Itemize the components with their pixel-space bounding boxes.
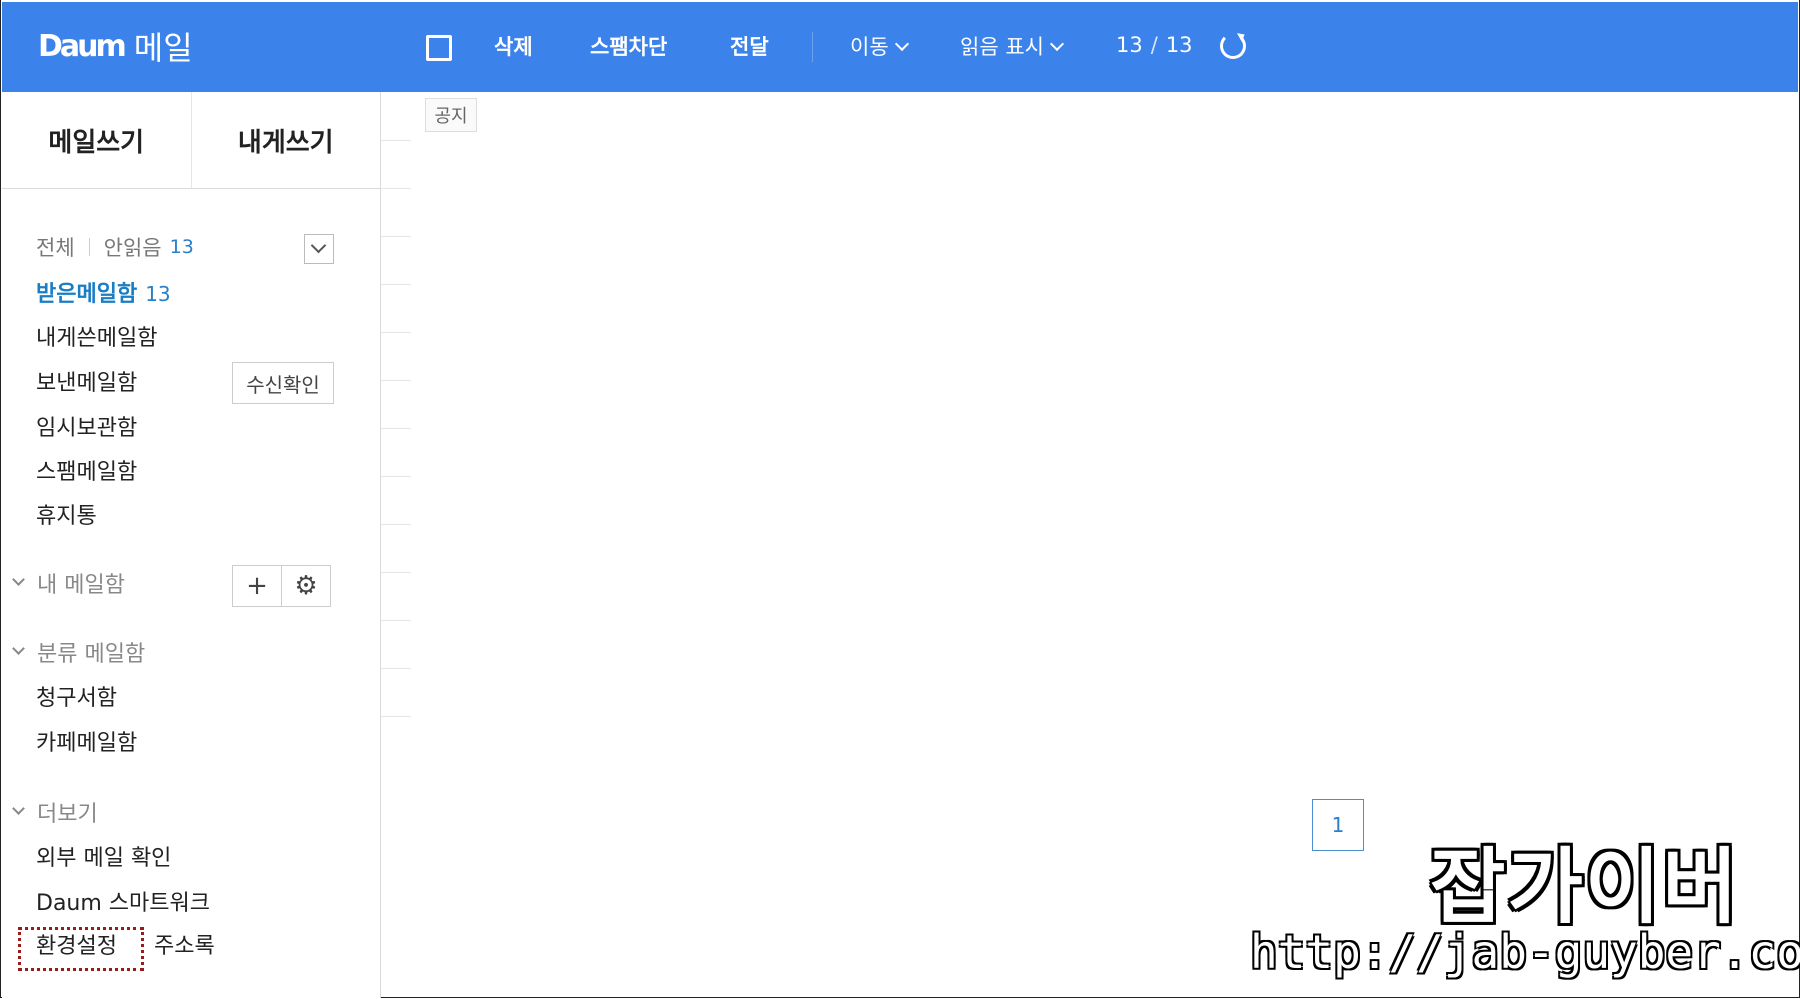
- row-divider: [381, 140, 411, 141]
- filter-unread-count: 13: [169, 236, 194, 258]
- category-section[interactable]: 분류 메일함: [12, 636, 146, 668]
- filter-unread[interactable]: 안읽음: [104, 232, 162, 262]
- daum-mail-logo[interactable]: Daum 메일: [38, 26, 193, 68]
- counter-total: 13: [1165, 33, 1193, 57]
- mail-filter: 전체 안읽음 13: [36, 232, 194, 262]
- filter-divider: [88, 238, 90, 256]
- sidebar-item-bills[interactable]: 청구서함: [36, 680, 117, 712]
- my-mailbox-actions: + ⚙: [232, 565, 331, 607]
- row-divider: [381, 572, 411, 573]
- sidebar-item-to-me[interactable]: 내게쓴메일함: [36, 320, 157, 352]
- filter-all[interactable]: 전체: [36, 232, 75, 262]
- row-divider: [381, 524, 411, 525]
- add-icon[interactable]: +: [233, 566, 282, 606]
- row-divider: [381, 428, 411, 429]
- chevron-down-icon: [12, 641, 25, 655]
- sidebar: 메일쓰기 내게쓰기 전체 안읽음 13 받은메일함 13 내게쓴메일함 보낸메일함…: [2, 92, 381, 998]
- chevron-down-icon: [12, 801, 25, 815]
- watermark-url: http://jab-guyber.com: [1250, 925, 1800, 979]
- select-all-checkbox[interactable]: [426, 35, 452, 61]
- forward-button[interactable]: 전달: [730, 31, 769, 61]
- move-label: 이동: [850, 35, 889, 59]
- row-divider: [381, 476, 411, 477]
- gear-icon[interactable]: ⚙: [282, 566, 330, 606]
- sidebar-item-label: 받은메일함: [36, 282, 138, 307]
- sidebar-item-smartwork[interactable]: Daum 스마트워크: [36, 885, 210, 917]
- read-receipt-button[interactable]: 수신확인: [232, 362, 334, 404]
- sidebar-item-inbox[interactable]: 받은메일함 13: [36, 276, 171, 308]
- pagination-page[interactable]: 1: [1312, 799, 1364, 851]
- settings-highlight: [18, 927, 144, 971]
- refresh-icon[interactable]: [1220, 33, 1246, 59]
- section-label: 더보기: [37, 802, 98, 827]
- counter-current: 13: [1116, 33, 1143, 57]
- chevron-down-icon: [1049, 36, 1065, 52]
- logo-service: 메일: [133, 29, 193, 67]
- row-divider: [381, 380, 411, 381]
- chevron-down-icon: [894, 36, 909, 52]
- section-label: 내 메일함: [37, 573, 125, 598]
- sidebar-item-cafe[interactable]: 카페메일함: [36, 725, 137, 757]
- row-divider: [381, 188, 411, 189]
- row-divider: [381, 716, 411, 717]
- move-dropdown[interactable]: 이동: [850, 31, 909, 61]
- address-book-link[interactable]: 주소록: [154, 928, 215, 960]
- watermark-title: 잡가이버: [1430, 840, 1740, 935]
- chevron-down-icon: [12, 572, 25, 586]
- row-divider: [381, 284, 411, 285]
- mark-read-dropdown[interactable]: 읽음 표시: [960, 31, 1065, 61]
- inbox-count: 13: [145, 282, 171, 306]
- row-divider: [381, 332, 411, 333]
- more-section[interactable]: 더보기: [12, 796, 98, 828]
- sidebar-item-external-mail[interactable]: 외부 메일 확인: [36, 840, 171, 872]
- row-divider: [381, 668, 411, 669]
- mail-counter: 13 / 13: [1116, 33, 1193, 57]
- mark-read-label: 읽음 표시: [960, 35, 1044, 59]
- section-label: 분류 메일함: [37, 642, 146, 667]
- counter-separator: /: [1150, 33, 1158, 57]
- logo-brand: Daum: [38, 28, 127, 64]
- notice-tag: 공지: [425, 98, 477, 132]
- delete-button[interactable]: 삭제: [494, 31, 533, 61]
- row-divider: [381, 620, 411, 621]
- write-to-me-button[interactable]: 내게쓰기: [192, 92, 381, 188]
- compose-button[interactable]: 메일쓰기: [2, 92, 192, 188]
- block-spam-button[interactable]: 스팸차단: [590, 31, 667, 61]
- sidebar-item-spam[interactable]: 스팸메일함: [36, 454, 137, 486]
- sidebar-item-drafts[interactable]: 임시보관함: [36, 410, 137, 442]
- compose-row: 메일쓰기 내게쓰기: [2, 92, 380, 189]
- top-bar: Daum 메일 삭제 스팸차단 전달 이동 읽음 표시 13 / 13: [2, 2, 1798, 92]
- toolbar-divider: [812, 32, 813, 62]
- sidebar-item-sent[interactable]: 보낸메일함: [36, 365, 137, 397]
- folder-collapse-button[interactable]: [304, 234, 334, 264]
- sidebar-item-trash[interactable]: 휴지통: [36, 498, 97, 530]
- row-divider: [381, 236, 411, 237]
- my-mailbox-section[interactable]: 내 메일함: [12, 567, 125, 599]
